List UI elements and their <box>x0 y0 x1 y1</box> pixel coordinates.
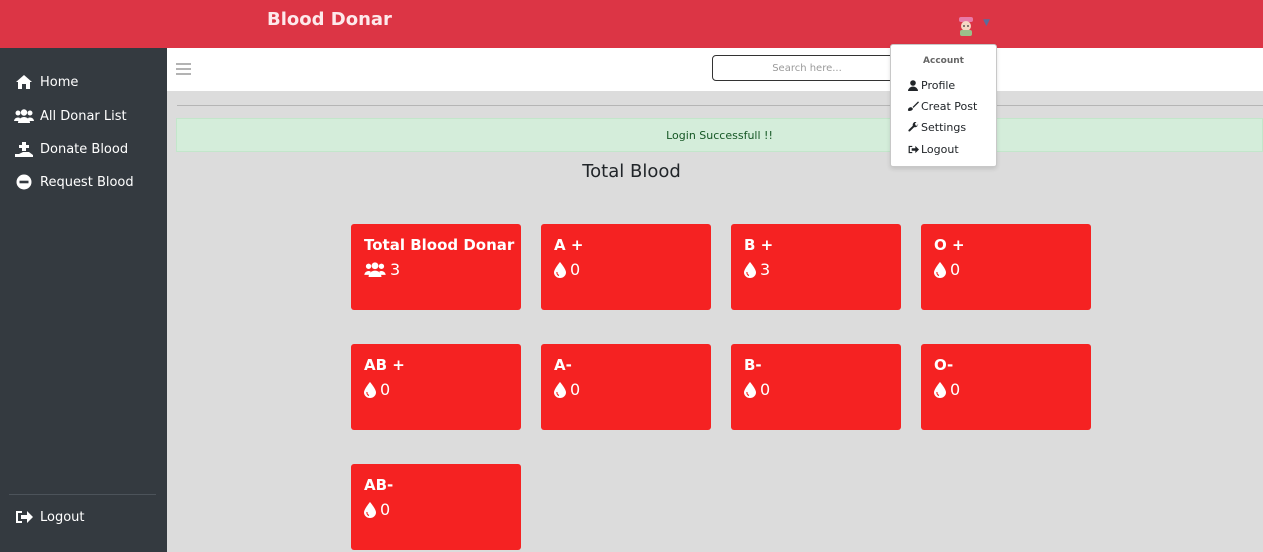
card-value: 0 <box>570 380 581 399</box>
users-icon <box>364 262 386 277</box>
card-value: 3 <box>390 260 401 279</box>
chevron-down-icon[interactable]: ▼ <box>983 18 990 28</box>
brand-title[interactable]: Blood Donar <box>267 9 392 30</box>
dropdown-item-label: Settings <box>921 120 967 134</box>
sub-header <box>167 48 1263 91</box>
card-value: 0 <box>950 380 961 399</box>
card-value: 0 <box>760 380 771 399</box>
sidebar-item-label: Home <box>40 74 79 90</box>
dropdown-item-label: Profile <box>921 78 956 92</box>
blood-drop-icon <box>744 261 756 278</box>
card-title: O + <box>934 236 965 254</box>
card-total-blood-donar[interactable]: Total Blood Donar 3 <box>351 224 521 310</box>
card-title: A + <box>554 236 584 254</box>
dropdown-item-settings[interactable]: Settings <box>907 119 966 135</box>
card-title: A- <box>554 356 572 374</box>
page-title: Total Blood <box>582 161 681 182</box>
sidebar-item-home[interactable]: Home <box>14 71 78 93</box>
card-a-positive[interactable]: A + 0 <box>541 224 711 310</box>
home-icon <box>14 73 34 91</box>
blood-drop-icon <box>934 261 946 278</box>
card-title: Total Blood Donar <box>364 236 515 254</box>
card-ab-positive[interactable]: AB + 0 <box>351 344 521 430</box>
blood-drop-icon <box>934 381 946 398</box>
sidebar-logout-label: Logout <box>40 509 85 525</box>
account-dropdown-menu: Account Profile Creat Post Settings Logo… <box>890 44 997 167</box>
search-input[interactable] <box>712 55 902 81</box>
card-title: B- <box>744 356 762 374</box>
users-icon <box>14 107 34 125</box>
dropdown-item-creat-post[interactable]: Creat Post <box>907 98 977 114</box>
dropdown-item-logout[interactable]: Logout <box>907 141 959 157</box>
blood-drop-icon <box>364 381 376 398</box>
hamburger-menu-icon[interactable] <box>176 63 191 75</box>
blood-drop-icon <box>554 381 566 398</box>
sidebar-logout[interactable]: Logout <box>14 506 85 528</box>
card-title: AB- <box>364 476 394 494</box>
dropdown-header: Account <box>923 56 964 66</box>
sidebar-item-label: All Donar List <box>40 108 127 124</box>
card-value: 0 <box>950 260 961 279</box>
card-b-negative[interactable]: B- 0 <box>731 344 901 430</box>
sidebar: Home All Donar List Donate Blood Request… <box>0 48 167 552</box>
card-o-positive[interactable]: O + 0 <box>921 224 1091 310</box>
blood-drop-icon <box>744 381 756 398</box>
wrench-icon <box>907 121 919 133</box>
card-title: B + <box>744 236 774 254</box>
sidebar-item-label: Donate Blood <box>40 141 129 157</box>
card-value: 0 <box>570 260 581 279</box>
sign-out-icon <box>14 508 34 526</box>
card-value: 0 <box>380 380 391 399</box>
card-value: 0 <box>380 500 391 519</box>
card-o-negative[interactable]: O- 0 <box>921 344 1091 430</box>
sign-out-icon <box>907 145 919 154</box>
divider <box>177 105 1263 106</box>
card-ab-negative[interactable]: AB- 0 <box>351 464 521 550</box>
blood-drop-icon <box>554 261 566 278</box>
donate-hand-icon <box>14 140 34 158</box>
user-avatar-icon[interactable] <box>956 15 976 37</box>
card-value: 3 <box>760 260 771 279</box>
card-title: AB + <box>364 356 405 374</box>
login-success-alert: Login Successfull !! <box>176 118 1263 152</box>
card-title: O- <box>934 356 954 374</box>
brush-icon <box>907 100 919 112</box>
top-navbar: Blood Donar ▼ <box>0 0 1263 48</box>
card-b-positive[interactable]: B + 3 <box>731 224 901 310</box>
dropdown-item-profile[interactable]: Profile <box>907 77 955 93</box>
user-icon <box>907 79 919 91</box>
dropdown-item-label: Creat Post <box>921 99 978 113</box>
sidebar-divider <box>9 494 156 495</box>
dropdown-item-label: Logout <box>921 142 959 156</box>
blood-drop-icon <box>364 501 376 518</box>
sidebar-item-donate-blood[interactable]: Donate Blood <box>14 138 128 160</box>
card-a-negative[interactable]: A- 0 <box>541 344 711 430</box>
sidebar-item-all-donar-list[interactable]: All Donar List <box>14 105 127 127</box>
